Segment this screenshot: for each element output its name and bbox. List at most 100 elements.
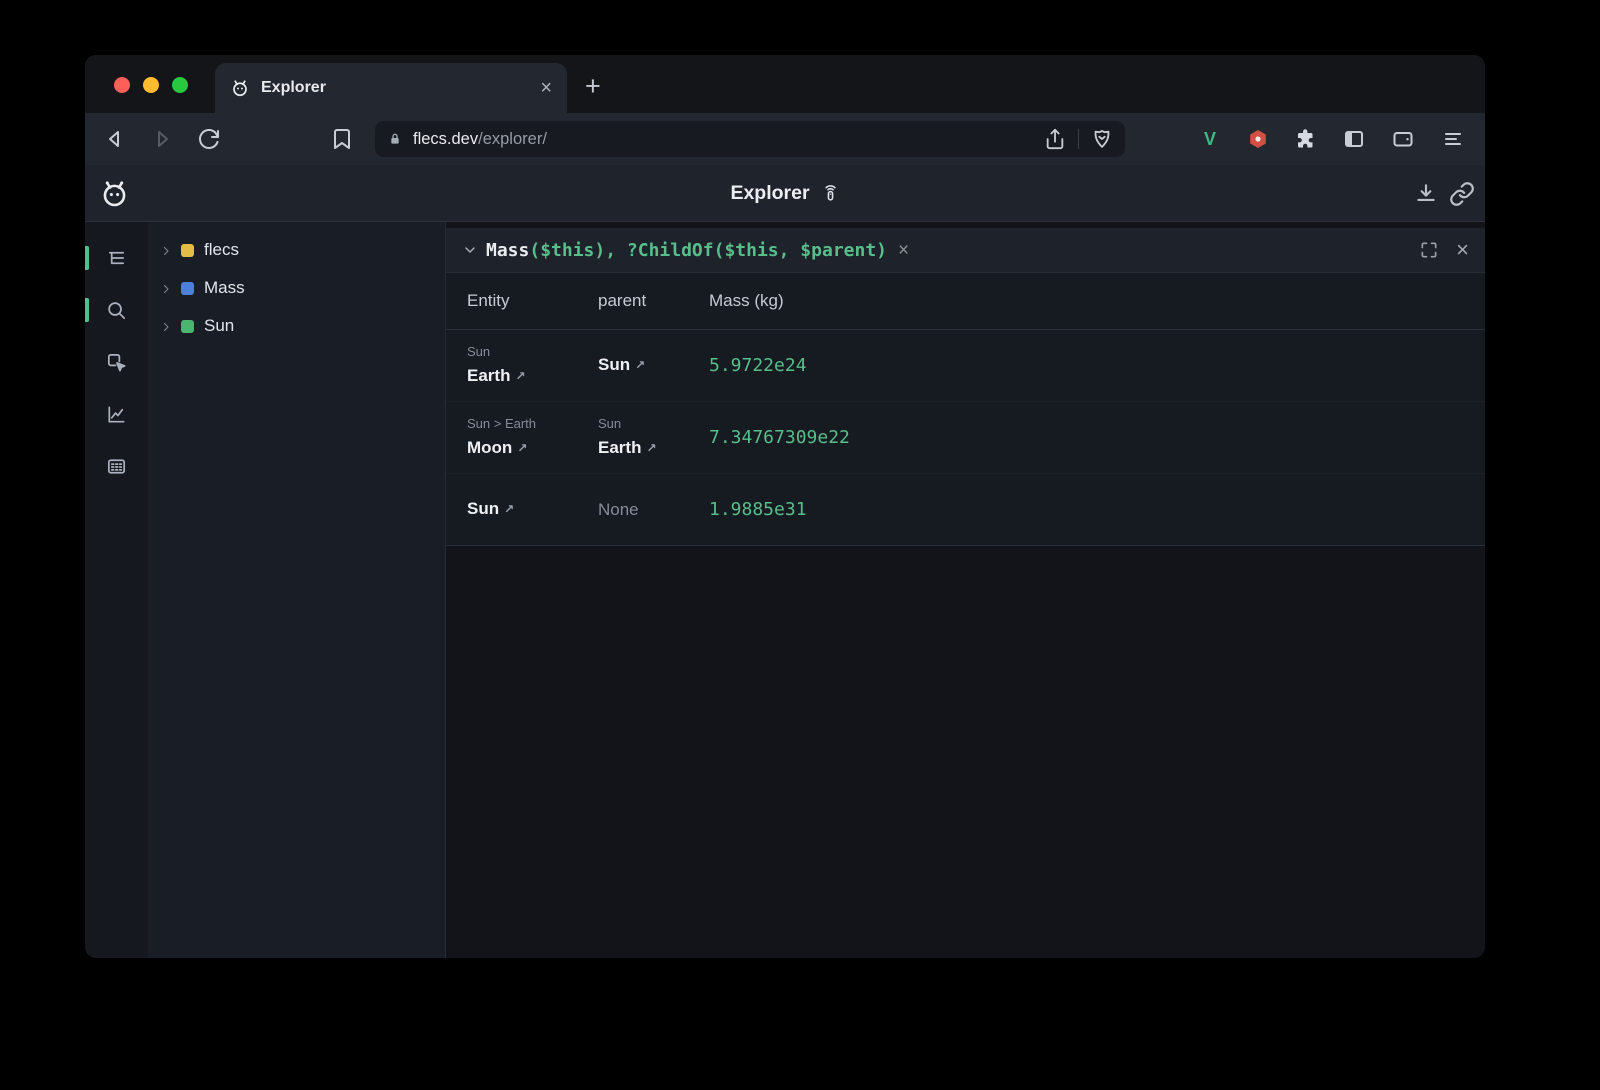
query-header: Mass($this), ?ChildOf($this, $parent) × [446, 228, 1485, 273]
parent-cell: None [598, 498, 709, 522]
external-link-arrow-icon: ↗ [517, 436, 527, 460]
back-button[interactable] [103, 127, 127, 151]
new-tab-button[interactable]: + [585, 73, 601, 100]
table-row: SunEarth↗Sun↗5.9722e24 [446, 330, 1485, 401]
column-header-parent: parent [598, 291, 709, 311]
tab-bar: Explorer × + [85, 55, 1485, 113]
parent-none-value: None [598, 500, 639, 519]
entity-path: Sun > Earth [467, 414, 598, 433]
line-chart-icon [105, 403, 128, 426]
browser-tab[interactable]: Explorer × [215, 63, 567, 113]
expand-chevron-icon[interactable] [160, 320, 172, 332]
rail-tab-queries[interactable] [85, 284, 148, 336]
url-text: flecs.dev/explorer/ [413, 130, 547, 149]
mass-cell: 1.9885e31 [709, 498, 1485, 522]
mass-value: 5.9722e24 [709, 355, 807, 376]
entity-path: Sun [467, 342, 598, 361]
url-domain: flecs.dev [413, 130, 478, 148]
query-clear-icon[interactable]: × [898, 241, 909, 260]
chevron-down-icon[interactable] [462, 242, 478, 258]
entity-link-label: Earth [467, 364, 510, 388]
mass-cell: 7.34767309e22 [709, 426, 1485, 450]
flecs-favicon-icon [230, 78, 250, 98]
bookmark-icon[interactable] [330, 127, 354, 151]
entity-color-swatch [181, 320, 194, 333]
active-panel-indicator [85, 298, 89, 322]
parent-cell: Sun Earth↗ [598, 414, 709, 461]
query-panel: Mass($this), ?ChildOf($this, $parent) × [446, 228, 1485, 546]
download-icon[interactable] [1413, 181, 1439, 207]
external-link-arrow-icon: ↗ [646, 436, 656, 460]
tree-item[interactable]: Sun [148, 307, 445, 345]
tree-outline-icon [105, 247, 128, 270]
external-link-arrow-icon: ↗ [515, 364, 525, 388]
external-link-arrow-icon: ↗ [504, 497, 514, 521]
tree-item-label: flecs [204, 240, 239, 260]
brave-shields-icon[interactable] [1091, 128, 1113, 150]
query-segment: Mass [486, 240, 529, 261]
parent-link-label: Sun [598, 353, 630, 377]
window-controls [114, 77, 188, 93]
inspect-cursor-icon [105, 351, 128, 374]
tree-item-label: Sun [204, 316, 234, 336]
entity-link[interactable]: Moon↗ [467, 436, 527, 461]
entity-link[interactable]: Earth↗ [467, 364, 526, 389]
search-icon [105, 299, 128, 322]
rail-tab-inspector[interactable] [85, 336, 148, 388]
hexagon-extension-icon[interactable] [1246, 127, 1270, 151]
entity-link[interactable]: Sun↗ [467, 497, 514, 522]
vue-devtools-icon[interactable]: V [1198, 127, 1222, 151]
parent-link[interactable]: Earth↗ [598, 436, 657, 461]
rail-tab-charts[interactable] [85, 388, 148, 440]
app-content: flecs Mass Sun Mass($this), ?ChildOf($this… [85, 222, 1485, 958]
app-header: Explorer [85, 165, 1485, 222]
query-segment: ?ChildOf [627, 240, 714, 261]
reload-button[interactable] [197, 127, 221, 151]
tab-title: Explorer [261, 79, 529, 97]
entity-cell: Sun↗ [467, 497, 598, 522]
url-path: /explorer/ [478, 130, 547, 148]
entity-tree: flecs Mass Sun [148, 222, 445, 958]
close-window-button[interactable] [114, 77, 130, 93]
url-bar[interactable]: flecs.dev/explorer/ [375, 121, 1125, 157]
forward-button[interactable] [150, 127, 174, 151]
fullscreen-icon[interactable] [1419, 240, 1439, 260]
active-panel-indicator [85, 246, 89, 270]
entity-cell: Sun Earth↗ [467, 342, 598, 389]
entity-color-swatch [181, 282, 194, 295]
tree-item[interactable]: Mass [148, 269, 445, 307]
expand-chevron-icon[interactable] [160, 244, 172, 256]
entity-color-swatch [181, 244, 194, 257]
mass-value: 7.34767309e22 [709, 427, 850, 448]
data-grid-icon [105, 455, 128, 478]
entity-path: Sun [598, 414, 709, 433]
query-text[interactable]: Mass($this), ?ChildOf($this, $parent) [486, 240, 887, 261]
browser-window: Explorer × + [85, 55, 1485, 958]
zoom-window-button[interactable] [172, 77, 188, 93]
share-icon[interactable] [1044, 128, 1066, 150]
parent-cell: Sun↗ [598, 353, 709, 378]
sidebar-toggle-icon[interactable] [1342, 127, 1366, 151]
minimize-window-button[interactable] [143, 77, 159, 93]
query-segment: ($this, $parent) [714, 240, 887, 261]
extensions-puzzle-icon[interactable] [1294, 127, 1318, 151]
tree-item[interactable]: flecs [148, 231, 445, 269]
tab-close-icon[interactable]: × [540, 78, 552, 98]
column-header-mass: Mass (kg) [709, 291, 1485, 311]
secure-lock-icon [387, 131, 403, 147]
menu-icon[interactable] [1441, 127, 1465, 151]
entity-link-label: Moon [467, 436, 512, 460]
rail-tab-entity-tree[interactable] [85, 232, 148, 284]
parent-link-label: Earth [598, 436, 641, 460]
wallet-icon[interactable] [1391, 127, 1415, 151]
link-icon[interactable] [1449, 181, 1475, 207]
query-results-body: SunEarth↗Sun↗5.9722e24Sun > EarthMoon↗Su… [446, 330, 1485, 545]
expand-chevron-icon[interactable] [160, 282, 172, 294]
mass-cell: 5.9722e24 [709, 354, 1485, 378]
main-panel: Mass($this), ?ChildOf($this, $parent) × [445, 222, 1485, 958]
parent-link[interactable]: Sun↗ [598, 353, 645, 378]
entity-link-label: Sun [467, 497, 499, 521]
query-close-icon[interactable]: × [1456, 239, 1469, 261]
rail-tab-commands[interactable] [85, 440, 148, 492]
connection-status-icon [821, 184, 840, 203]
